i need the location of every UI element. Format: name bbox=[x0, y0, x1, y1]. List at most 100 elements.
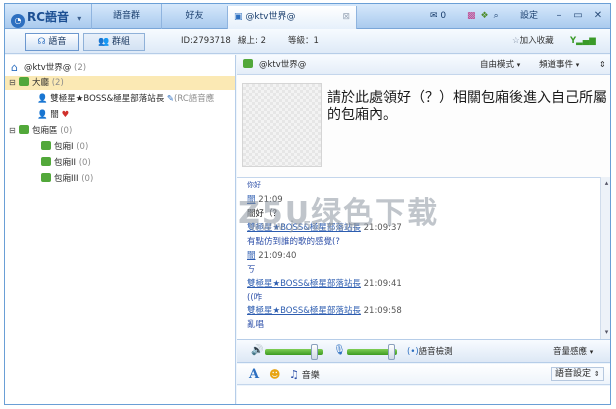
collapse-icon[interactable]: ⊟ bbox=[9, 124, 16, 138]
music-note-icon: ♫ bbox=[289, 368, 299, 381]
volume-sensitivity-label: 音量感應 bbox=[553, 347, 588, 357]
app-name: RC語音 bbox=[27, 10, 70, 24]
scroll-down-icon[interactable]: ▾ bbox=[602, 328, 610, 337]
tree-lobby-count: (2) bbox=[51, 78, 64, 88]
volume-sensitivity-dropdown[interactable]: 音量感應 ▾ bbox=[553, 345, 593, 357]
emoji-icon[interactable]: ☻ bbox=[269, 364, 280, 385]
tree-room-2[interactable]: 包廂II (0) bbox=[41, 156, 91, 170]
tree-user-boss[interactable]: 👤 雙極星★BOSS&極星部落站長 ✎(RC語音應 bbox=[37, 92, 214, 106]
header-scroll-icon[interactable]: ⇕ bbox=[599, 55, 606, 75]
close-button[interactable]: ✕ bbox=[591, 10, 605, 22]
chat-sender[interactable]: 闇 bbox=[247, 251, 256, 261]
chevron-down-icon: ▾ bbox=[589, 348, 594, 356]
tree-user-an-label: 闇 bbox=[50, 110, 59, 120]
voice-settings-label: 語音設定 bbox=[555, 369, 592, 379]
chat-scrollbar[interactable]: ▴ ▾ bbox=[600, 177, 610, 339]
signal-icon: Y▂▄▆ bbox=[570, 36, 596, 46]
speaker-icon[interactable]: 🔊 bbox=[251, 345, 263, 356]
room-icon bbox=[41, 141, 51, 150]
star-icon: ☆ bbox=[512, 36, 520, 46]
voice-bar: 🔊 🎙 (•)語音檢測 音量感應 ▾ bbox=[237, 339, 610, 363]
music-label: 音樂 bbox=[301, 371, 320, 381]
tab-ktv-world[interactable]: ▣ @ktv世界@ ⊠ bbox=[227, 6, 357, 29]
chat-log[interactable]: 你好 闇 21:09 闇好（？ 雙極星★BOSS&極星部落站長 21:09:37… bbox=[237, 177, 600, 339]
tree-room-2-label: 包廂II bbox=[54, 158, 77, 168]
collapse-icon[interactable]: ⊟ bbox=[9, 76, 16, 90]
tree-room-2-count: (0) bbox=[78, 158, 91, 168]
chat-message: 有點仿到誰的歌的感覺(? bbox=[247, 237, 340, 247]
mail-count: 0 bbox=[440, 11, 447, 21]
channel-events-label: 頻道事件 bbox=[539, 60, 574, 70]
voice-mode-label: 語音 bbox=[48, 37, 67, 47]
group-mode-label: 群組 bbox=[112, 37, 131, 47]
tree-room-3-count: (0) bbox=[81, 174, 94, 184]
app-logo[interactable]: ◔ RC語音 ▾ bbox=[11, 8, 81, 28]
channel-tree: ⌂ @ktv世界@ (2) ⊟ 大廳 (2) 👤 雙極星★BOSS&極星部落站長 ✎… bbox=[5, 55, 236, 404]
tree-root-label: @ktv世界@ bbox=[24, 63, 72, 73]
channel-toolbar: ☊ 語音 👥 群組 ID:2793718 線上: 2 等級：1 ☆加入收藏 Y▂… bbox=[5, 29, 610, 54]
channel-notice-text: 請於此處領好（？）相關包廂後進入自己所屬的包廂內。 bbox=[327, 90, 607, 123]
mail-indicator[interactable]: ✉ 0 bbox=[430, 4, 446, 29]
tree-user-boss-tag: (RC語音應 bbox=[174, 94, 215, 104]
channel-name: @ktv世界@ bbox=[259, 60, 307, 70]
tab-close-icon[interactable]: ⊠ bbox=[342, 6, 350, 28]
tree-user-an[interactable]: 👤 闇 ♥ bbox=[37, 108, 69, 122]
chevron-updown-icon: ⇕ bbox=[593, 370, 600, 378]
tree-room-1-label: 包廂I bbox=[54, 142, 74, 152]
group-mode-button[interactable]: 👥 群組 bbox=[83, 33, 145, 51]
chat-time: 21:09:58 bbox=[363, 306, 402, 316]
chat-message: ((咋 bbox=[247, 293, 263, 303]
tree-lobby[interactable]: ⊟ 大廳 (2) bbox=[5, 76, 235, 90]
mode-dropdown[interactable]: 自由模式 ▾ bbox=[480, 55, 520, 75]
channel-notice: 請於此處領好（？）相關包廂後進入自己所屬的包廂內。 bbox=[237, 75, 610, 177]
tab-voice-group-label: 語音群 bbox=[112, 11, 140, 21]
tab-friends[interactable]: 好友 bbox=[161, 4, 227, 29]
room-icon bbox=[41, 173, 51, 182]
channel-events-dropdown[interactable]: 頻道事件 ▾ bbox=[539, 55, 579, 75]
chat-sender[interactable]: 雙極星★BOSS&極星部落站長 bbox=[247, 306, 361, 316]
tree-rooms-label: 包廂區 bbox=[32, 126, 58, 136]
scroll-up-icon[interactable]: ▴ bbox=[602, 179, 610, 188]
tree-room-3[interactable]: 包廂III (0) bbox=[41, 172, 93, 186]
channel-header: @ktv世界@ 自由模式 ▾ 頻道事件 ▾ ⇕ bbox=[237, 55, 610, 75]
maximize-button[interactable]: ▭ bbox=[571, 10, 585, 22]
tree-user-boss-label: 雙極星★BOSS&極星部落站長 bbox=[50, 94, 165, 104]
minimize-button[interactable]: – bbox=[552, 10, 566, 22]
skin-icon[interactable]: ▩ bbox=[467, 11, 481, 21]
chat-time: 21:09:41 bbox=[363, 279, 402, 289]
share-icon[interactable]: ❖ bbox=[481, 11, 494, 21]
tree-rooms-count: (0) bbox=[60, 126, 73, 136]
tree-root-count: (2) bbox=[74, 63, 87, 73]
tab-friends-label: 好友 bbox=[185, 11, 204, 21]
toolbar-icons: ▩❖⌕ bbox=[467, 4, 504, 29]
font-icon[interactable]: A bbox=[249, 364, 259, 385]
mic-volume-knob[interactable] bbox=[388, 344, 395, 360]
settings-label: 設定 bbox=[520, 11, 539, 21]
tree-room-1[interactable]: 包廂I (0) bbox=[41, 140, 88, 154]
chat-sender[interactable]: 雙極星★BOSS&極星部落站長 bbox=[247, 279, 361, 289]
tree-rooms[interactable]: ⊟ 包廂區 (0) bbox=[9, 124, 72, 138]
music-button[interactable]: ♫ 音樂 bbox=[289, 364, 320, 387]
tab-voice-group[interactable]: 語音群 bbox=[91, 4, 161, 29]
voice-check-button[interactable]: (•)語音檢測 bbox=[407, 345, 453, 357]
message-input[interactable] bbox=[237, 386, 610, 404]
title-bar: ◔ RC語音 ▾ 語音群 好友 ▣ @ktv世界@ ⊠ ✉ 0 ▩❖⌕ 設定 – … bbox=[5, 4, 610, 29]
tree-room-1-count: (0) bbox=[76, 142, 89, 152]
tree-root[interactable]: ⌂ @ktv世界@ (2) bbox=[11, 61, 86, 75]
voice-settings-dropdown[interactable]: 語音設定 ⇕ bbox=[551, 367, 604, 381]
add-favorite-button[interactable]: ☆加入收藏 bbox=[512, 29, 554, 54]
search-icon[interactable]: ⌕ bbox=[494, 11, 504, 21]
microphone-icon[interactable]: 🎙 bbox=[333, 345, 346, 356]
chevron-down-icon: ▾ bbox=[516, 61, 521, 69]
app-menu-arrow[interactable]: ▾ bbox=[77, 14, 81, 23]
settings-button[interactable]: 設定 bbox=[520, 4, 538, 29]
voice-mode-button[interactable]: ☊ 語音 bbox=[25, 33, 79, 51]
signal-waves-icon: (•) bbox=[407, 347, 419, 357]
home-icon: ⌂ bbox=[11, 61, 18, 74]
mode-label: 自由模式 bbox=[480, 60, 515, 70]
input-toolbar: A ☻ ♫ 音樂 語音設定 ⇕ bbox=[237, 364, 610, 387]
speaker-volume-knob[interactable] bbox=[311, 344, 318, 360]
channel-id: ID:2793718 bbox=[181, 36, 231, 46]
chat-sender-line: 雙極星★BOSS&極星部落站長 21:09:41 bbox=[247, 277, 402, 289]
group-icon: 👥 bbox=[97, 37, 110, 47]
